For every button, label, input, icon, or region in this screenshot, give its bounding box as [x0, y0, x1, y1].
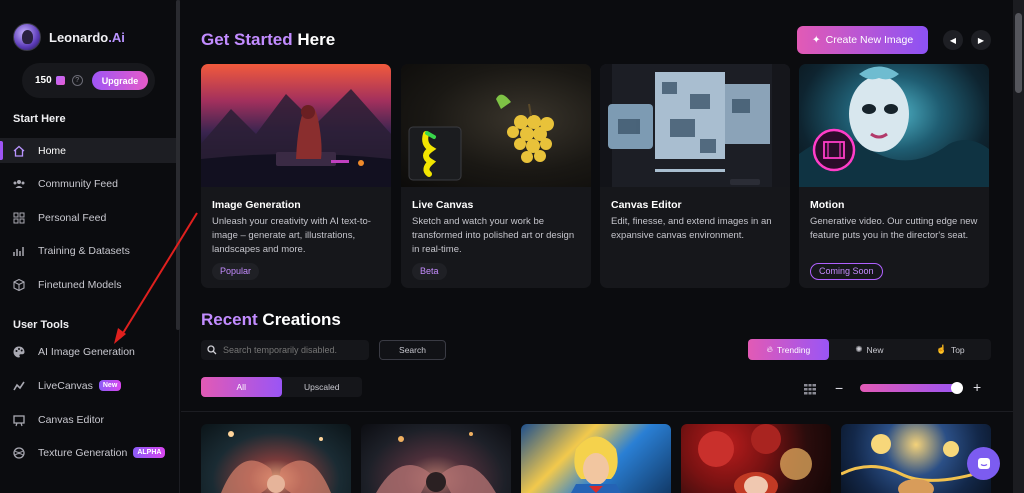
filter-trending[interactable]: 🔥︎ Trending — [748, 339, 829, 360]
upgrade-button[interactable]: Upgrade — [91, 71, 149, 90]
training-icon — [12, 244, 26, 258]
card-description: Sketch and watch your work be transforme… — [412, 216, 575, 255]
card-description: Edit, finesse, and extend images in an e… — [611, 216, 772, 241]
community-icon — [12, 177, 26, 191]
card-tag-beta: Beta — [412, 263, 447, 280]
card-tag-coming-soon: Coming Soon — [810, 263, 883, 280]
card-image — [799, 64, 989, 187]
credits-count: 150 — [35, 75, 52, 86]
search-button[interactable]: Search — [379, 340, 446, 360]
toggle-upscaled[interactable]: Upscaled — [282, 377, 363, 397]
creation-thumbnail[interactable] — [521, 424, 671, 493]
new-badge: New — [98, 380, 122, 391]
grid-view-icon[interactable] — [803, 382, 817, 396]
brand[interactable]: Leonardo.Ai — [13, 23, 125, 51]
carousel-prev-button[interactable]: ◀ — [943, 30, 963, 50]
hand-icon: ☝ — [936, 344, 947, 354]
card-image — [201, 64, 391, 187]
create-new-image-button[interactable]: ✦ Create New Image — [797, 26, 928, 54]
sidebar-item-label: Texture Generation — [38, 446, 128, 459]
zoom-in-button[interactable]: + — [973, 379, 981, 395]
page-scrollbar-thumb[interactable] — [1015, 13, 1022, 93]
sidebar-item-label: LiveCanvas — [38, 379, 93, 392]
sidebar-scrollbar[interactable] — [176, 0, 180, 330]
sidebar: Leonardo.Ai 150 ? Upgrade Start Here Hom… — [0, 0, 180, 493]
texture-icon — [12, 446, 26, 460]
search-box[interactable] — [201, 340, 369, 360]
card-title: Live Canvas — [412, 199, 474, 211]
sidebar-item-label: Home — [38, 144, 67, 157]
sidebar-item-label: AI Image Generation — [38, 345, 135, 358]
card-title: Image Generation — [212, 199, 301, 211]
sidebar-item-finetuned-models[interactable]: Finetuned Models — [0, 272, 176, 297]
search-input[interactable] — [223, 345, 363, 355]
main-content: Get Started Here ✦ Create New Image ◀ ▶ … — [181, 0, 1013, 493]
sidebar-item-label: Personal Feed — [38, 211, 107, 224]
home-icon — [12, 144, 26, 158]
grid-icon — [12, 211, 26, 225]
canvas-icon — [12, 413, 26, 427]
page-scrollbar[interactable] — [1013, 0, 1024, 493]
start-here-heading: Start Here — [13, 113, 66, 125]
creation-thumbnail[interactable] — [361, 424, 511, 493]
sidebar-item-training-datasets[interactable]: Training & Datasets — [0, 238, 176, 263]
card-canvas-editor[interactable]: Canvas Editor Edit, finesse, and extend … — [600, 64, 790, 288]
sidebar-item-texture-generation[interactable]: Texture Generation ALPHA — [0, 440, 176, 465]
recent-creations-grid — [201, 424, 991, 493]
search-icon — [207, 345, 217, 355]
recent-creations-title: Recent Creations — [201, 310, 341, 329]
card-image-generation[interactable]: Image Generation Unleash your creativity… — [201, 64, 391, 288]
creation-thumbnail[interactable] — [681, 424, 831, 493]
divider — [181, 411, 1013, 412]
user-tools-heading: User Tools — [13, 319, 70, 331]
card-image — [401, 64, 591, 187]
card-description: Unleash your creativity with AI text-to-… — [212, 216, 371, 255]
card-tag-popular: Popular — [212, 263, 260, 280]
sparkle-icon: ✦ — [811, 34, 821, 46]
carousel-next-button[interactable]: ▶ — [971, 30, 991, 50]
zoom-out-button[interactable]: − — [835, 380, 843, 396]
palette-icon — [12, 345, 26, 359]
sidebar-item-livecanvas[interactable]: LiveCanvas New — [0, 373, 176, 398]
zoom-slider[interactable] — [860, 384, 962, 392]
card-title: Canvas Editor — [611, 199, 682, 211]
card-live-canvas[interactable]: Live Canvas Sketch and watch your work b… — [401, 64, 591, 288]
page-title: Get Started Here — [201, 30, 336, 49]
flame-icon: 🔥︎ — [766, 344, 773, 354]
sidebar-item-ai-image-generation[interactable]: AI Image Generation — [0, 339, 176, 364]
card-description: Generative video. Our cutting edge new f… — [810, 216, 978, 241]
card-image — [600, 64, 790, 187]
filter-new[interactable]: ✺ New — [829, 339, 910, 360]
sparkle-icon: ✺ — [855, 344, 863, 354]
sidebar-item-label: Training & Datasets — [38, 244, 130, 257]
creation-thumbnail[interactable] — [201, 424, 351, 493]
filter-top[interactable]: ☝ Top — [910, 339, 991, 360]
card-motion[interactable]: Motion Generative video. Our cutting edg… — [799, 64, 989, 288]
livecanvas-icon — [12, 379, 26, 393]
credits-pill: 150 ? Upgrade — [22, 63, 155, 98]
sidebar-item-label: Canvas Editor — [38, 413, 104, 426]
help-icon[interactable]: ? — [71, 75, 83, 86]
sidebar-item-label: Finetuned Models — [38, 278, 122, 291]
sidebar-item-canvas-editor[interactable]: Canvas Editor — [0, 407, 176, 432]
card-title: Motion — [810, 199, 845, 211]
feed-filter-group: 🔥︎ Trending ✺ New ☝ Top — [748, 339, 991, 360]
chat-support-button[interactable] — [967, 447, 1000, 480]
brand-name: Leonardo.Ai — [49, 29, 125, 45]
brand-avatar — [13, 23, 41, 51]
sidebar-item-community-feed[interactable]: Community Feed — [0, 171, 176, 196]
alpha-badge: ALPHA — [133, 447, 166, 458]
cube-icon — [12, 278, 26, 292]
upscale-toggle-group: All Upscaled — [201, 377, 362, 397]
sidebar-item-personal-feed[interactable]: Personal Feed — [0, 205, 176, 230]
zoom-slider-handle[interactable] — [950, 382, 963, 394]
sidebar-item-label: Community Feed — [38, 177, 118, 190]
sidebar-item-home[interactable]: Home — [0, 138, 176, 163]
token-icon — [55, 76, 65, 85]
chat-icon — [977, 457, 990, 469]
toggle-all[interactable]: All — [201, 377, 282, 397]
